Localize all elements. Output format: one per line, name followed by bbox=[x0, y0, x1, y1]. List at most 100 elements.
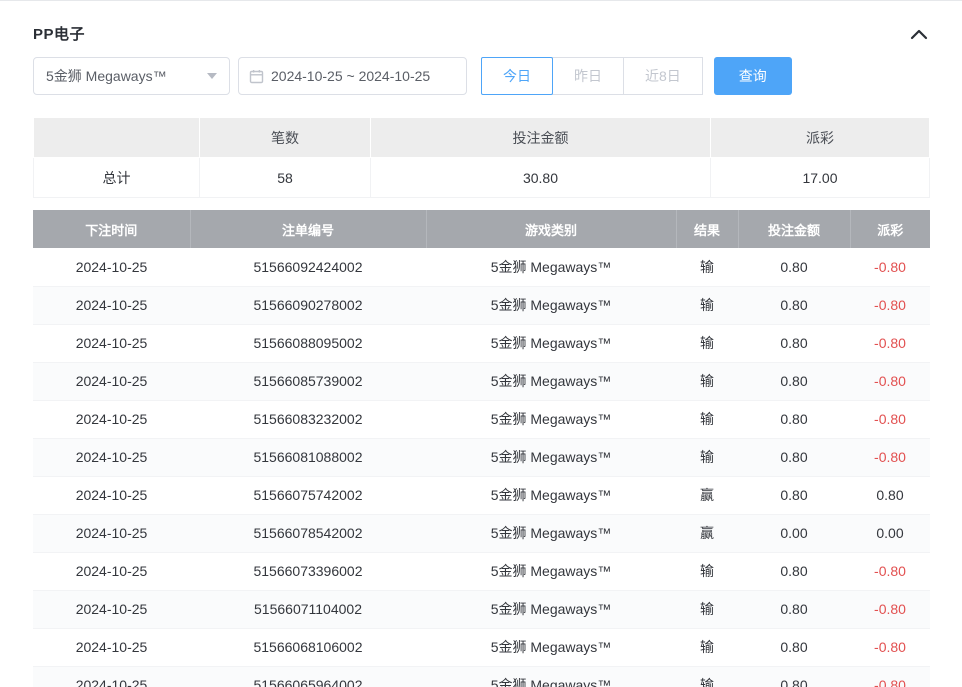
bet-result: 输 bbox=[676, 286, 738, 324]
bet-payout: -0.80 bbox=[850, 628, 930, 666]
bet-date: 2024-10-25 bbox=[33, 514, 190, 552]
bet-id: 51566075742002 bbox=[190, 476, 426, 514]
summary-total-row: 总计 58 30.80 17.00 bbox=[34, 158, 930, 198]
bet-result: 输 bbox=[676, 362, 738, 400]
game-select[interactable]: 5金狮 Megaways™ bbox=[33, 57, 230, 95]
bet-game: 5金狮 Megaways™ bbox=[426, 552, 676, 590]
bet-game: 5金狮 Megaways™ bbox=[426, 590, 676, 628]
bet-result: 输 bbox=[676, 666, 738, 687]
bet-game: 5金狮 Megaways™ bbox=[426, 248, 676, 286]
bet-game: 5金狮 Megaways™ bbox=[426, 324, 676, 362]
bet-payout: -0.80 bbox=[850, 590, 930, 628]
bet-result: 输 bbox=[676, 438, 738, 476]
table-row: 2024-10-25 51566071104002 5金狮 Megaways™ … bbox=[33, 590, 930, 628]
calendar-icon bbox=[249, 69, 264, 84]
bet-date: 2024-10-25 bbox=[33, 590, 190, 628]
summary-header-blank bbox=[34, 118, 200, 158]
summary-header-bet-amount: 投注金额 bbox=[371, 118, 711, 158]
bet-payout: 0.00 bbox=[850, 514, 930, 552]
bet-id: 51566085739002 bbox=[190, 362, 426, 400]
header-game-type: 游戏类别 bbox=[426, 210, 676, 248]
bet-game: 5金狮 Megaways™ bbox=[426, 476, 676, 514]
table-row: 2024-10-25 51566078542002 5金狮 Megaways™ … bbox=[33, 514, 930, 552]
bet-id: 51566088095002 bbox=[190, 324, 426, 362]
bet-date: 2024-10-25 bbox=[33, 666, 190, 687]
bet-result: 赢 bbox=[676, 514, 738, 552]
bet-date: 2024-10-25 bbox=[33, 286, 190, 324]
search-button[interactable]: 查询 bbox=[714, 57, 792, 95]
bet-game: 5金狮 Megaways™ bbox=[426, 400, 676, 438]
bet-result: 赢 bbox=[676, 476, 738, 514]
header-bet-amount: 投注金额 bbox=[738, 210, 850, 248]
summary-table: 笔数 投注金额 派彩 总计 58 30.80 17.00 bbox=[33, 117, 930, 198]
chevron-down-icon bbox=[207, 73, 217, 79]
bet-payout: 0.80 bbox=[850, 476, 930, 514]
bet-records-table: 下注时间 注单编号 游戏类别 结果 投注金额 派彩 2024-10-25 515… bbox=[33, 210, 930, 687]
bet-game: 5金狮 Megaways™ bbox=[426, 438, 676, 476]
table-row: 2024-10-25 51566068106002 5金狮 Megaways™ … bbox=[33, 628, 930, 666]
header-payout: 派彩 bbox=[850, 210, 930, 248]
bet-date: 2024-10-25 bbox=[33, 438, 190, 476]
bet-amount: 0.80 bbox=[738, 476, 850, 514]
bet-payout: -0.80 bbox=[850, 400, 930, 438]
bet-result: 输 bbox=[676, 590, 738, 628]
bet-game: 5金狮 Megaways™ bbox=[426, 666, 676, 687]
bet-amount: 0.80 bbox=[738, 552, 850, 590]
bet-amount: 0.80 bbox=[738, 628, 850, 666]
date-range-input[interactable]: 2024-10-25 ~ 2024-10-25 bbox=[238, 57, 467, 95]
summary-payout-value: 17.00 bbox=[711, 158, 930, 198]
summary-bet-amount-value: 30.80 bbox=[371, 158, 711, 198]
bet-payout: -0.80 bbox=[850, 286, 930, 324]
bet-result: 输 bbox=[676, 400, 738, 438]
bet-date: 2024-10-25 bbox=[33, 628, 190, 666]
bet-amount: 0.80 bbox=[738, 590, 850, 628]
bet-id: 51566078542002 bbox=[190, 514, 426, 552]
bet-date: 2024-10-25 bbox=[33, 362, 190, 400]
bet-amount: 0.80 bbox=[738, 324, 850, 362]
bet-payout: -0.80 bbox=[850, 666, 930, 687]
today-button[interactable]: 今日 bbox=[481, 57, 553, 95]
bet-date: 2024-10-25 bbox=[33, 476, 190, 514]
bet-result: 输 bbox=[676, 324, 738, 362]
bet-table-body: 2024-10-25 51566092424002 5金狮 Megaways™ … bbox=[33, 248, 930, 687]
panel-header: PP电子 bbox=[33, 1, 930, 44]
summary-header-row: 笔数 投注金额 派彩 bbox=[34, 118, 930, 158]
bet-game: 5金狮 Megaways™ bbox=[426, 362, 676, 400]
yesterday-button[interactable]: 昨日 bbox=[552, 57, 624, 95]
filter-bar: 5金狮 Megaways™ 2024-10-25 ~ 2024-10-25 今日… bbox=[33, 57, 930, 95]
bet-id: 51566083232002 bbox=[190, 400, 426, 438]
summary-header-count: 笔数 bbox=[200, 118, 371, 158]
bet-result: 输 bbox=[676, 248, 738, 286]
summary-total-label: 总计 bbox=[34, 158, 200, 198]
header-bet-id: 注单编号 bbox=[190, 210, 426, 248]
table-row: 2024-10-25 51566092424002 5金狮 Megaways™ … bbox=[33, 248, 930, 286]
bet-id: 51566073396002 bbox=[190, 552, 426, 590]
bet-game: 5金狮 Megaways™ bbox=[426, 286, 676, 324]
page-title: PP电子 bbox=[33, 23, 85, 44]
table-row: 2024-10-25 51566088095002 5金狮 Megaways™ … bbox=[33, 324, 930, 362]
bet-table-header-row: 下注时间 注单编号 游戏类别 结果 投注金额 派彩 bbox=[33, 210, 930, 248]
table-row: 2024-10-25 51566065964002 5金狮 Megaways™ … bbox=[33, 666, 930, 687]
table-row: 2024-10-25 51566081088002 5金狮 Megaways™ … bbox=[33, 438, 930, 476]
table-row: 2024-10-25 51566073396002 5金狮 Megaways™ … bbox=[33, 552, 930, 590]
bet-payout: -0.80 bbox=[850, 362, 930, 400]
table-row: 2024-10-25 51566085739002 5金狮 Megaways™ … bbox=[33, 362, 930, 400]
collapse-toggle[interactable] bbox=[908, 26, 930, 42]
bet-result: 输 bbox=[676, 628, 738, 666]
bet-result: 输 bbox=[676, 552, 738, 590]
last-8-days-button[interactable]: 近8日 bbox=[623, 57, 703, 95]
bet-amount: 0.80 bbox=[738, 286, 850, 324]
date-range-value: 2024-10-25 ~ 2024-10-25 bbox=[271, 68, 430, 84]
bet-id: 51566090278002 bbox=[190, 286, 426, 324]
table-row: 2024-10-25 51566075742002 5金狮 Megaways™ … bbox=[33, 476, 930, 514]
bet-id: 51566081088002 bbox=[190, 438, 426, 476]
bet-id: 51566065964002 bbox=[190, 666, 426, 687]
bet-id: 51566092424002 bbox=[190, 248, 426, 286]
date-quick-filter-group: 今日 昨日 近8日 bbox=[481, 57, 703, 95]
bet-date: 2024-10-25 bbox=[33, 400, 190, 438]
bet-amount: 0.80 bbox=[738, 438, 850, 476]
bet-game: 5金狮 Megaways™ bbox=[426, 514, 676, 552]
summary-header-payout: 派彩 bbox=[711, 118, 930, 158]
game-select-value: 5金狮 Megaways™ bbox=[46, 66, 167, 86]
pp-electronic-report-panel: PP电子 5金狮 Megaways™ 2024-10-25 ~ 2024-10-… bbox=[0, 0, 962, 687]
